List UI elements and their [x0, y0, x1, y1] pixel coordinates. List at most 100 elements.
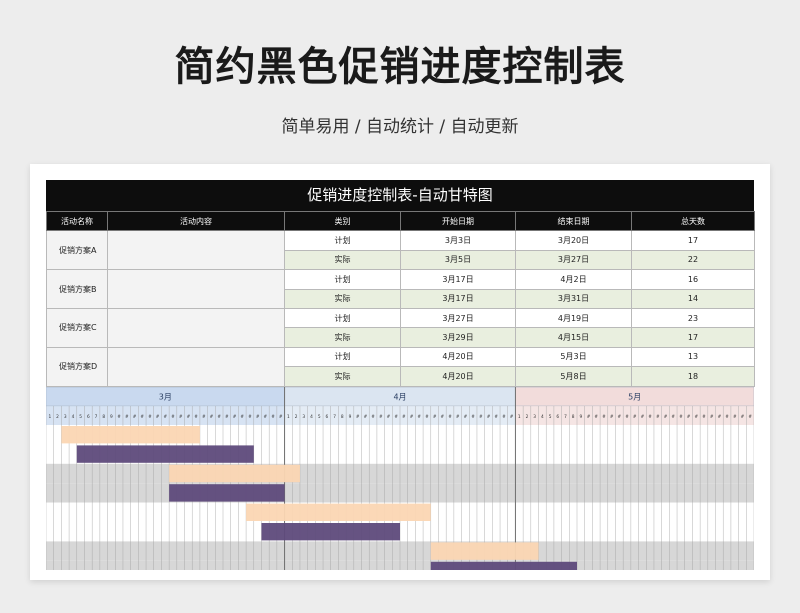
gantt-actual-bar	[169, 483, 285, 502]
gantt-day-label: 4	[310, 414, 313, 420]
gantt-day-label: 3	[302, 414, 305, 420]
table-header-row: 活动名称 活动内容 类别 开始日期 结束日期 总天数	[46, 210, 755, 232]
type-cell[interactable]: 实际	[284, 327, 401, 348]
type-cell[interactable]: 计划	[284, 346, 401, 368]
gantt-day-label: 7	[333, 414, 336, 420]
activity-name-cell[interactable]: 促销方案A	[46, 230, 108, 271]
start-date-cell[interactable]: 3月27日	[400, 307, 516, 329]
gantt-day-label: #	[479, 414, 483, 420]
gantt-svg: 3月1 2 3 4 5 6 7 8 9 # # # # # # # # # # # # # # # # # # # # # #4月1 2 3 4 5…	[46, 386, 754, 570]
gantt-day-label: #	[225, 414, 229, 420]
activity-content-cell[interactable]	[107, 346, 285, 387]
gantt-month-label: 4月	[393, 392, 406, 401]
gantt-day-label: #	[433, 414, 437, 420]
gantt-day-label: 4	[72, 414, 75, 420]
gantt-day-label: #	[179, 414, 183, 420]
gantt-day-label: #	[410, 414, 414, 420]
activity-name-cell[interactable]: 促销方案D	[46, 346, 108, 387]
gantt-plan-bar	[430, 541, 539, 560]
gantt-month-label: 5月	[628, 392, 641, 401]
end-date-cell[interactable]: 4月15日	[515, 327, 632, 348]
gantt-day-label: #	[394, 414, 398, 420]
gantt-day-label: 1	[48, 414, 51, 420]
sheet-header: 促销进度控制表-自动甘特图	[46, 180, 754, 211]
start-date-cell[interactable]: 3月29日	[400, 327, 516, 348]
end-date-cell[interactable]: 3月31日	[515, 288, 632, 309]
start-date-cell[interactable]: 4月20日	[400, 346, 516, 368]
gantt-day-label: 8	[102, 414, 105, 420]
start-date-cell[interactable]: 4月20日	[400, 366, 516, 387]
gantt-day-label: #	[441, 414, 445, 420]
gantt-day-label: #	[279, 414, 283, 420]
page-subtitle: 简单易用 / 自动统计 / 自动更新	[281, 117, 519, 137]
gantt-day-label: #	[487, 414, 491, 420]
col-header-content: 活动内容	[107, 210, 285, 232]
gantt-day-label: #	[379, 414, 383, 420]
end-date-cell[interactable]: 5月3日	[515, 346, 632, 368]
gantt-plan-bar	[169, 464, 300, 482]
type-cell[interactable]: 实际	[284, 249, 401, 271]
activity-name-cell[interactable]: 促销方案C	[46, 307, 108, 348]
gantt-day-label: 3	[533, 414, 536, 420]
type-cell[interactable]: 计划	[284, 230, 401, 251]
gantt-day-label: #	[625, 414, 629, 420]
gantt-day-label: 2	[295, 414, 298, 420]
gantt-day-label: 7	[564, 414, 567, 420]
start-date-cell[interactable]: 3月5日	[400, 249, 516, 271]
gantt-day-label: 2	[56, 414, 59, 420]
start-date-cell[interactable]: 3月17日	[400, 269, 516, 290]
gantt-day-label: 9	[110, 414, 113, 420]
table-row: 促销方案C 计划 3月27日 4月19日 23	[46, 307, 755, 348]
gantt-day-label: #	[217, 414, 221, 420]
gantt-day-label: 5	[549, 414, 552, 420]
gantt-day-label: #	[425, 414, 429, 420]
activity-content-cell[interactable]	[107, 269, 285, 309]
type-cell[interactable]: 实际	[284, 288, 401, 309]
start-date-cell[interactable]: 3月17日	[400, 288, 516, 309]
end-date-cell[interactable]: 5月8日	[515, 366, 632, 387]
activity-content-cell[interactable]	[107, 230, 285, 271]
end-date-cell[interactable]: 4月2日	[515, 269, 632, 290]
type-cell[interactable]: 实际	[284, 366, 401, 387]
gantt-day-label: 8	[341, 414, 344, 420]
gantt-day-label: #	[610, 414, 614, 420]
gantt-day-label: #	[163, 414, 167, 420]
total-days-cell: 18	[631, 366, 755, 387]
gantt-day-label: #	[602, 414, 606, 420]
gantt-day-label: #	[671, 414, 675, 420]
gantt-day-label: #	[641, 414, 645, 420]
gantt-day-label: #	[187, 414, 191, 420]
end-date-cell[interactable]: 3月20日	[515, 230, 632, 251]
table-row: 促销方案A 计划 3月3日 3月20日 17	[46, 230, 755, 271]
total-days-cell: 14	[631, 288, 755, 309]
spreadsheet: 促销进度控制表-自动甘特图 活动名称 活动内容 类别 开始日期 结束日期 总天数…	[46, 180, 755, 570]
start-date-cell[interactable]: 3月3日	[400, 230, 516, 251]
gantt-day-label: #	[710, 414, 714, 420]
type-cell[interactable]: 计划	[284, 269, 401, 290]
gantt-day-label: #	[387, 414, 391, 420]
col-header-type: 类别	[284, 210, 401, 232]
type-cell[interactable]: 计划	[284, 307, 401, 329]
gantt-day-label: #	[371, 414, 375, 420]
gantt-day-label: 6	[556, 414, 559, 420]
gantt-day-label: #	[648, 414, 652, 420]
gantt-day-label: #	[587, 414, 591, 420]
activity-name-cell[interactable]: 促销方案B	[46, 269, 108, 309]
end-date-cell[interactable]: 3月27日	[515, 249, 632, 271]
gantt-day-label: 9	[579, 414, 582, 420]
end-date-cell[interactable]: 4月19日	[515, 307, 632, 329]
table-row: 促销方案D 计划 4月20日 5月3日 13	[46, 346, 755, 387]
gantt-day-label: #	[718, 414, 722, 420]
total-days-cell: 13	[631, 346, 755, 368]
sheet-card: 促销进度控制表-自动甘特图 活动名称 活动内容 类别 开始日期 结束日期 总天数…	[30, 164, 770, 580]
activity-content-cell[interactable]	[107, 307, 285, 348]
page-title: 简约黑色促销进度控制表	[174, 44, 626, 90]
gantt-actual-bar	[76, 444, 254, 463]
gantt-day-label: #	[133, 414, 137, 420]
gantt-day-label: 3	[64, 414, 67, 420]
gantt-actual-bar	[430, 561, 577, 570]
gantt-day-label: #	[256, 414, 260, 420]
total-days-cell: 17	[631, 230, 755, 251]
gantt-day-label: #	[748, 414, 752, 420]
gantt-day-label: 5	[79, 414, 82, 420]
